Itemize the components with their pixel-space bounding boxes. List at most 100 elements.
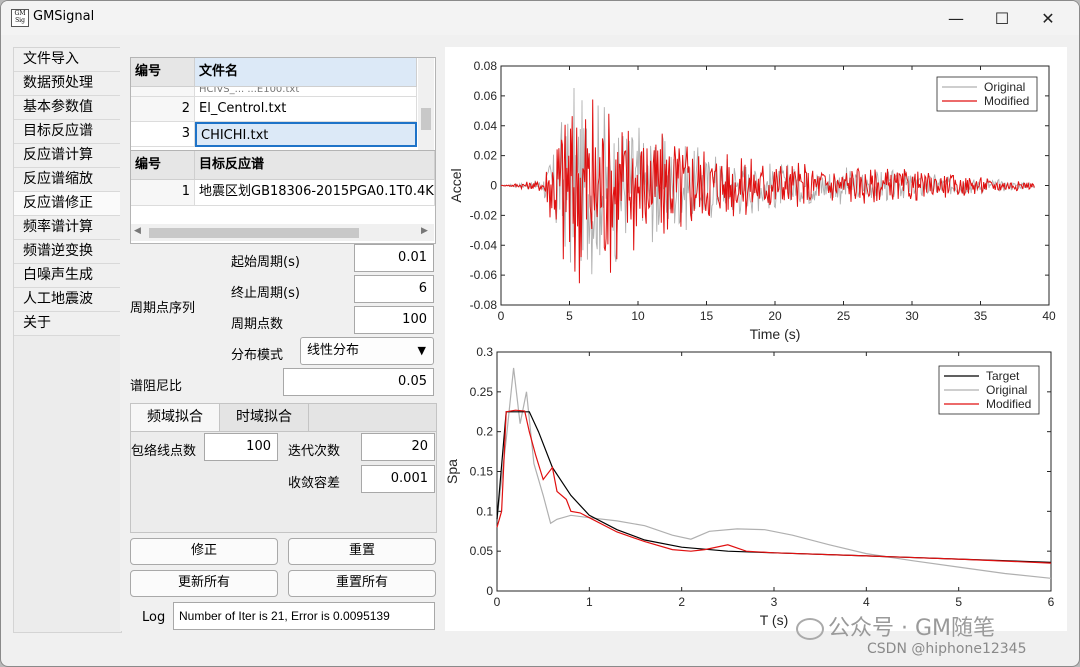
table-row-id[interactable]: 1: [131, 180, 195, 206]
accel-x-tick-label: 5: [566, 309, 573, 323]
envelope-points-input[interactable]: 100: [204, 433, 278, 461]
accel-x-tick-label: 25: [837, 309, 851, 323]
nav-item-basic-params[interactable]: 基本参数值: [14, 96, 121, 120]
accel-y-tick-label: -0.08: [470, 298, 498, 312]
spectrum-y-axis-label: Spa: [445, 459, 460, 484]
accel-legend-label-original: Original: [984, 80, 1025, 94]
target-table[interactable]: 编号 目标反应谱 1 地震区划GB18306-2015PGA0.1T0.4K10…: [130, 150, 436, 244]
start-period-input[interactable]: 0.01: [354, 244, 434, 272]
nav-item-spectrum-correct[interactable]: 反应谱修正: [14, 192, 121, 216]
nav-item-freq-spectrum[interactable]: 频率谱计算: [14, 216, 121, 240]
accel-y-tick-label: 0.06: [474, 89, 498, 103]
update-all-button[interactable]: 更新所有: [130, 570, 278, 597]
spectrum-legend-label-modified: Modified: [986, 397, 1031, 411]
accel-y-tick-label: 0.04: [474, 119, 498, 133]
table-row-filename[interactable]: El_Centrol.txt: [195, 97, 417, 122]
table-row-spectrum[interactable]: 地震区划GB18306-2015PGA0.1T0.4K10: [195, 180, 435, 206]
nav-item-spectrum-scale[interactable]: 反应谱缩放: [14, 168, 121, 192]
wechat-icon: [796, 618, 824, 640]
accel-x-tick-label: 40: [1042, 309, 1056, 323]
accel-x-tick-label: 20: [768, 309, 782, 323]
accel-x-tick-label: 10: [631, 309, 645, 323]
spectrum-y-tick-label: 0.1: [476, 504, 493, 518]
spectrum-x-tick-label: 3: [771, 595, 778, 609]
damping-input[interactable]: 0.05: [283, 368, 434, 396]
accel-time-history-chart: 0 5 10 15 20 25 30 35 40 -0.08 -0.06 -0.04 -0.02 0 0.0…: [448, 59, 1056, 342]
chevron-down-icon: ▼: [417, 344, 426, 357]
spectrum-y-tick-label: 0.3: [476, 345, 493, 359]
accel-y-tick-label: 0.02: [474, 149, 498, 163]
file-table-header-name: 文件名: [195, 58, 417, 87]
h-scrollbar-thumb[interactable]: [149, 228, 359, 238]
accel-x-tick-label: 15: [700, 309, 714, 323]
watermark-text: 公众号 · GM随笔: [828, 616, 996, 641]
spectrum-legend-label-target: Target: [986, 369, 1020, 383]
nav-item-target-spectrum[interactable]: 目标反应谱: [14, 120, 121, 144]
scrollbar-thumb[interactable]: [421, 108, 431, 130]
reset-button[interactable]: 重置: [288, 538, 436, 565]
nav-item-inverse-transform[interactable]: 频谱逆变换: [14, 240, 121, 264]
accel-x-tick-label: 30: [905, 309, 919, 323]
end-period-input[interactable]: 6: [354, 275, 434, 303]
watermark-csdn: CSDN @hiphone12345: [867, 641, 1027, 657]
spectrum-x-tick-label: 5: [955, 595, 962, 609]
scroll-left-icon[interactable]: ◀: [134, 226, 141, 236]
spectrum-legend-label-original: Original: [986, 383, 1027, 397]
table-row-partial: [131, 87, 195, 97]
accel-x-tick-label: 35: [974, 309, 988, 323]
table-row-filename-selected[interactable]: CHICHI.txt: [195, 122, 417, 147]
table-row-partial-text: HCIVS_... ...E100.txt: [195, 87, 417, 97]
nav-item-preprocess[interactable]: 数据预处理: [14, 72, 121, 96]
accel-legend-label-modified: Modified: [984, 94, 1029, 108]
tolerance-input[interactable]: 0.001: [361, 465, 435, 493]
side-nav: 文件导入 数据预处理 基本参数值 目标反应谱 反应谱计算 反应谱缩放 反应谱修正…: [13, 47, 122, 633]
tab-frequency-fit[interactable]: 频域拟合: [131, 404, 220, 431]
table-row-id[interactable]: 2: [131, 97, 195, 122]
h-scrollbar[interactable]: ◀ ▶: [131, 224, 434, 241]
period-count-label: 周期点数: [231, 317, 284, 332]
minimize-button[interactable]: —: [933, 1, 979, 35]
fit-tab-panel: 频域拟合 时域拟合 包络线点数 100 迭代次数 20 收敛容差 0.001: [130, 403, 437, 533]
reset-all-button[interactable]: 重置所有: [288, 570, 436, 597]
spectrum-x-axis-label: T (s): [760, 612, 789, 628]
accel-y-tick-label: -0.06: [470, 268, 498, 282]
spectrum-y-tick-label: 0: [486, 584, 493, 598]
file-table[interactable]: 编号 文件名 HCIVS_... ...E100.txt 2 El_Centro…: [130, 57, 436, 152]
nav-item-white-noise[interactable]: 白噪声生成: [14, 264, 121, 288]
target-table-header-spectrum: 目标反应谱: [195, 151, 435, 180]
period-count-input[interactable]: 100: [354, 306, 434, 334]
app-logo-icon: GM Sig: [11, 9, 29, 27]
damping-label: 谱阻尼比: [130, 379, 183, 394]
table-row-id[interactable]: 3: [131, 122, 195, 147]
distribution-value: 线性分布: [307, 343, 360, 358]
window-title: GMSignal: [33, 9, 95, 24]
spectrum-y-tick-label: 0.15: [470, 465, 494, 479]
accel-x-axis-label: Time (s): [750, 326, 801, 342]
title-bar: GM Sig GMSignal — ☐ ✕: [1, 1, 1079, 35]
distribution-select[interactable]: 线性分布 ▼: [300, 337, 434, 365]
tolerance-label: 收敛容差: [288, 476, 341, 491]
plot-area: 0 5 10 15 20 25 30 35 40 -0.08 -0.06 -0.04 -0.02 0 0.0…: [445, 47, 1067, 631]
log-label: Log: [142, 610, 166, 625]
start-period-label: 起始周期(s): [231, 255, 300, 270]
spectrum-y-tick-label: 0.05: [470, 544, 494, 558]
iterations-input[interactable]: 20: [361, 433, 435, 461]
scroll-right-icon[interactable]: ▶: [421, 226, 428, 236]
period-seq-label: 周期点序列: [130, 301, 196, 316]
spectrum-y-tick-label: 0.25: [470, 385, 494, 399]
nav-item-artificial-wave[interactable]: 人工地震波: [14, 288, 121, 312]
correct-button[interactable]: 修正: [130, 538, 278, 565]
nav-item-spectrum-calc[interactable]: 反应谱计算: [14, 144, 121, 168]
watermark-wechat: 公众号 · GM随笔: [796, 610, 995, 642]
spectrum-x-tick-label: 4: [863, 595, 870, 609]
nav-item-file-import[interactable]: 文件导入: [14, 48, 121, 72]
close-button[interactable]: ✕: [1025, 1, 1071, 35]
maximize-button[interactable]: ☐: [979, 1, 1025, 35]
tab-time-fit[interactable]: 时域拟合: [220, 404, 309, 431]
file-table-scrollbar[interactable]: [418, 58, 434, 150]
spectrum-x-tick-label: 1: [586, 595, 593, 609]
nav-item-about[interactable]: 关于: [14, 312, 121, 336]
spectrum-x-tick-label: 2: [678, 595, 685, 609]
target-table-header-id: 编号: [131, 151, 195, 180]
distribution-label: 分布模式: [231, 348, 284, 363]
